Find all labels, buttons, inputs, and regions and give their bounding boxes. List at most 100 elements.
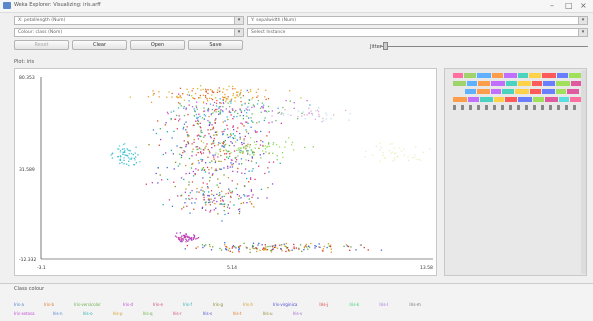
select-instance-select[interactable]: Select Instance ▾	[247, 28, 588, 37]
data-point	[181, 235, 183, 237]
data-point	[200, 135, 202, 138]
jitter-slider-handle[interactable]	[383, 42, 388, 50]
data-points	[110, 85, 431, 254]
chevron-down-icon: ▾	[234, 17, 243, 24]
class-colour-item[interactable]: Iris-v	[293, 311, 303, 316]
legend-color-swatch	[478, 81, 490, 86]
data-point	[379, 149, 381, 151]
jitter-slider-track[interactable]	[380, 46, 588, 47]
class-colour-item[interactable]: Iris-m	[409, 302, 420, 307]
data-point	[267, 245, 269, 248]
data-point	[244, 135, 246, 137]
data-point	[301, 115, 303, 117]
data-point	[234, 157, 236, 159]
data-point	[271, 183, 274, 185]
data-point	[307, 248, 309, 250]
scatter-plot-panel[interactable]: 80.353 31.589 -12.332 -3.1 5.14 13.58	[14, 68, 437, 276]
data-point	[229, 250, 231, 252]
data-point	[182, 93, 184, 95]
class-colour-item[interactable]: Iris-n	[53, 311, 63, 316]
data-point	[195, 146, 197, 148]
data-point	[310, 242, 312, 245]
data-point	[185, 198, 187, 200]
class-colour-item[interactable]: Iris-versicolor	[74, 302, 101, 307]
class-colour-item[interactable]: Iris-s	[203, 311, 213, 316]
data-point	[314, 245, 316, 247]
class-colour-item[interactable]: Iris-o	[83, 311, 93, 316]
data-point	[255, 91, 258, 93]
maximize-icon[interactable]: □	[565, 1, 573, 10]
legend-color-swatch	[545, 97, 558, 102]
data-point	[281, 152, 284, 154]
class-colour-item[interactable]: Iris-r	[173, 311, 182, 316]
data-point	[180, 238, 182, 240]
data-point	[229, 105, 231, 108]
data-point	[185, 107, 187, 109]
class-colour-item[interactable]: Iris-setosa	[14, 311, 35, 316]
class-colour-item[interactable]: Iris-j	[319, 302, 328, 307]
data-point	[233, 129, 235, 131]
data-point	[222, 106, 224, 108]
data-point	[276, 159, 278, 161]
data-point	[202, 193, 204, 195]
class-colour-item[interactable]: Iris-l	[379, 302, 388, 307]
class-colour-item[interactable]: Iris-d	[123, 302, 133, 307]
legend-color-swatch	[485, 105, 488, 110]
data-point	[232, 88, 234, 90]
y-axis-select[interactable]: Y: sepalwidth (Num) ▾	[247, 16, 588, 25]
data-point	[181, 208, 183, 210]
data-point	[183, 115, 186, 117]
data-point	[187, 113, 189, 116]
data-point	[202, 167, 205, 169]
class-colour-item[interactable]: Iris-h	[243, 302, 253, 307]
colour-select[interactable]: Colour: class (Nom) ▾	[14, 28, 244, 37]
data-point	[314, 118, 317, 120]
class-colour-item[interactable]: Iris-virginica	[273, 302, 297, 307]
class-colour-item[interactable]: Iris-t	[233, 311, 242, 316]
data-point	[251, 152, 254, 154]
data-point	[202, 149, 204, 151]
reset-button[interactable]: Reset	[14, 40, 69, 50]
data-point	[388, 149, 390, 152]
scatter-plot[interactable]: 80.353 31.589 -12.332 -3.1 5.14 13.58	[15, 69, 436, 275]
class-colour-item[interactable]: Iris-f	[183, 302, 192, 307]
data-point	[208, 150, 211, 152]
data-point	[229, 153, 231, 155]
data-point	[176, 95, 178, 97]
class-colour-item[interactable]: Iris-u	[263, 311, 273, 316]
class-colour-item[interactable]: Iris-a	[14, 302, 24, 307]
open-button[interactable]: Open	[130, 40, 185, 50]
class-colour-item[interactable]: Iris-k	[349, 302, 359, 307]
save-button[interactable]: Save	[188, 40, 243, 50]
data-point	[254, 178, 256, 180]
data-point	[211, 124, 213, 126]
data-point	[230, 102, 232, 104]
data-point	[197, 246, 199, 248]
data-point	[322, 248, 325, 250]
class-colour-item[interactable]: Iris-p	[113, 311, 123, 316]
data-point	[267, 167, 269, 169]
legend-scrollbar[interactable]	[581, 70, 586, 274]
data-point	[266, 249, 269, 251]
data-point	[268, 171, 270, 173]
data-point	[261, 106, 263, 108]
data-point	[222, 101, 224, 104]
data-point	[232, 109, 234, 111]
data-point	[197, 160, 199, 162]
data-point	[230, 100, 232, 102]
data-point	[308, 112, 310, 114]
close-icon[interactable]: ×	[580, 1, 587, 10]
data-point	[258, 121, 260, 123]
x-axis-select[interactable]: X: petallength (Num) ▾	[14, 16, 244, 25]
clear-button[interactable]: Clear	[72, 40, 127, 50]
class-colour-item[interactable]: Iris-b	[44, 302, 54, 307]
data-point	[214, 119, 216, 121]
data-point	[205, 204, 207, 206]
class-colour-item[interactable]: Iris-g	[213, 302, 223, 307]
class-colour-item[interactable]: Iris-q	[143, 311, 153, 316]
data-point	[243, 138, 245, 140]
class-colour-item[interactable]: Iris-e	[153, 302, 163, 307]
data-point	[238, 195, 241, 197]
data-point	[263, 247, 265, 249]
minimize-icon[interactable]: –	[550, 1, 554, 10]
